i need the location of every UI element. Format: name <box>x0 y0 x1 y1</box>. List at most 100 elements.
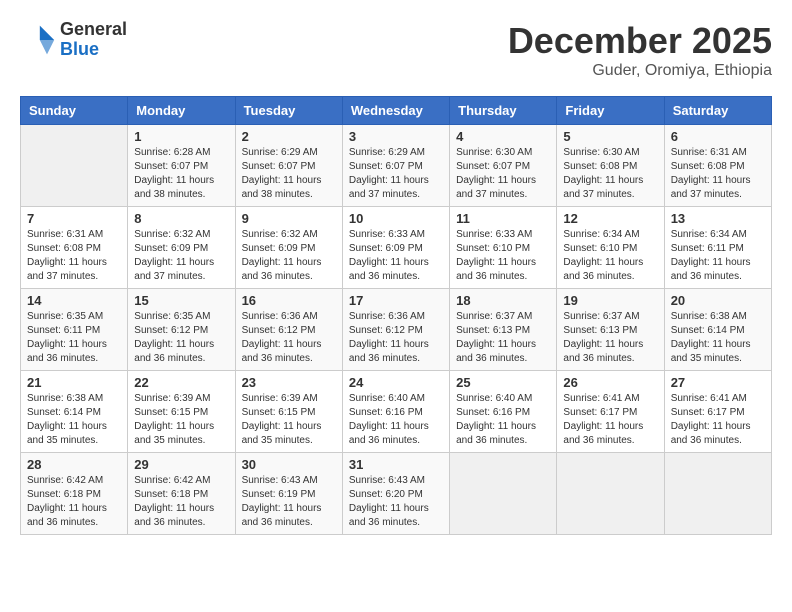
day-info: Sunrise: 6:43 AMSunset: 6:20 PMDaylight:… <box>349 474 443 530</box>
day-number: 31 <box>349 457 443 472</box>
day-number: 8 <box>134 211 228 226</box>
day-number: 11 <box>456 211 550 226</box>
day-info: Sunrise: 6:31 AMSunset: 6:08 PMDaylight:… <box>27 228 121 284</box>
day-info: Sunrise: 6:32 AMSunset: 6:09 PMDaylight:… <box>242 228 336 284</box>
calendar-cell <box>664 453 771 535</box>
calendar-cell: 25 Sunrise: 6:40 AMSunset: 6:16 PMDayligh… <box>450 371 557 453</box>
calendar-cell <box>450 453 557 535</box>
day-info: Sunrise: 6:40 AMSunset: 6:16 PMDaylight:… <box>349 392 443 448</box>
calendar-week-row: 28 Sunrise: 6:42 AMSunset: 6:18 PMDayligh… <box>21 453 772 535</box>
calendar-header: SundayMondayTuesdayWednesdayThursdayFrid… <box>21 97 772 125</box>
day-number: 25 <box>456 375 550 390</box>
day-number: 18 <box>456 293 550 308</box>
day-info: Sunrise: 6:41 AMSunset: 6:17 PMDaylight:… <box>671 392 765 448</box>
day-info: Sunrise: 6:34 AMSunset: 6:10 PMDaylight:… <box>563 228 657 284</box>
day-number: 6 <box>671 129 765 144</box>
calendar-cell: 17Sunrise: 6:36 AMSunset: 6:12 PMDayligh… <box>342 289 449 371</box>
title-area: December 2025 Guder, Oromiya, Ethiopia <box>508 20 772 80</box>
calendar-week-row: 7 Sunrise: 6:31 AMSunset: 6:08 PMDaylight… <box>21 207 772 289</box>
calendar-body: 1 Sunrise: 6:28 AMSunset: 6:07 PMDaylight… <box>21 125 772 535</box>
day-number: 24 <box>349 375 443 390</box>
day-info: Sunrise: 6:38 AMSunset: 6:14 PMDaylight:… <box>671 310 765 366</box>
logo-icon <box>20 22 56 58</box>
calendar-cell: 21 Sunrise: 6:38 AMSunset: 6:14 PMDayligh… <box>21 371 128 453</box>
weekday-header: Saturday <box>664 97 771 125</box>
day-info: Sunrise: 6:35 AMSunset: 6:11 PMDaylight:… <box>27 310 121 366</box>
day-info: Sunrise: 6:37 AMSunset: 6:13 PMDaylight:… <box>563 310 657 366</box>
calendar-cell: 15Sunrise: 6:35 AMSunset: 6:12 PMDayligh… <box>128 289 235 371</box>
calendar-cell: 5 Sunrise: 6:30 AMSunset: 6:08 PMDaylight… <box>557 125 664 207</box>
day-info: Sunrise: 6:30 AMSunset: 6:08 PMDaylight:… <box>563 146 657 202</box>
day-info: Sunrise: 6:43 AMSunset: 6:19 PMDaylight:… <box>242 474 336 530</box>
weekday-row: SundayMondayTuesdayWednesdayThursdayFrid… <box>21 97 772 125</box>
day-info: Sunrise: 6:38 AMSunset: 6:14 PMDaylight:… <box>27 392 121 448</box>
calendar-cell: 6 Sunrise: 6:31 AMSunset: 6:08 PMDaylight… <box>664 125 771 207</box>
day-number: 30 <box>242 457 336 472</box>
day-info: Sunrise: 6:30 AMSunset: 6:07 PMDaylight:… <box>456 146 550 202</box>
day-info: Sunrise: 6:36 AMSunset: 6:12 PMDaylight:… <box>242 310 336 366</box>
calendar-cell: 2 Sunrise: 6:29 AMSunset: 6:07 PMDaylight… <box>235 125 342 207</box>
day-number: 4 <box>456 129 550 144</box>
day-info: Sunrise: 6:34 AMSunset: 6:11 PMDaylight:… <box>671 228 765 284</box>
day-number: 28 <box>27 457 121 472</box>
logo-blue: Blue <box>60 40 127 60</box>
calendar-cell: 16 Sunrise: 6:36 AMSunset: 6:12 PMDayligh… <box>235 289 342 371</box>
calendar-cell: 26Sunrise: 6:41 AMSunset: 6:17 PMDayligh… <box>557 371 664 453</box>
day-info: Sunrise: 6:33 AMSunset: 6:10 PMDaylight:… <box>456 228 550 284</box>
day-info: Sunrise: 6:36 AMSunset: 6:12 PMDaylight:… <box>349 310 443 366</box>
calendar-cell <box>21 125 128 207</box>
calendar-week-row: 1 Sunrise: 6:28 AMSunset: 6:07 PMDaylight… <box>21 125 772 207</box>
day-info: Sunrise: 6:40 AMSunset: 6:16 PMDaylight:… <box>456 392 550 448</box>
calendar-cell: 18 Sunrise: 6:37 AMSunset: 6:13 PMDayligh… <box>450 289 557 371</box>
calendar-cell: 28Sunrise: 6:42 AMSunset: 6:18 PMDayligh… <box>21 453 128 535</box>
weekday-header: Monday <box>128 97 235 125</box>
day-number: 20 <box>671 293 765 308</box>
day-info: Sunrise: 6:31 AMSunset: 6:08 PMDaylight:… <box>671 146 765 202</box>
calendar-cell: 1 Sunrise: 6:28 AMSunset: 6:07 PMDaylight… <box>128 125 235 207</box>
day-number: 29 <box>134 457 228 472</box>
logo-general: General <box>60 20 127 40</box>
day-number: 22 <box>134 375 228 390</box>
month-title: December 2025 <box>508 20 772 62</box>
calendar-cell: 14 Sunrise: 6:35 AMSunset: 6:11 PMDayligh… <box>21 289 128 371</box>
calendar-cell: 3 Sunrise: 6:29 AMSunset: 6:07 PMDaylight… <box>342 125 449 207</box>
day-info: Sunrise: 6:29 AMSunset: 6:07 PMDaylight:… <box>242 146 336 202</box>
day-number: 21 <box>27 375 121 390</box>
day-number: 2 <box>242 129 336 144</box>
calendar-cell: 19 Sunrise: 6:37 AMSunset: 6:13 PMDayligh… <box>557 289 664 371</box>
calendar-cell: 12Sunrise: 6:34 AMSunset: 6:10 PMDayligh… <box>557 207 664 289</box>
day-number: 15 <box>134 293 228 308</box>
day-number: 13 <box>671 211 765 226</box>
day-number: 7 <box>27 211 121 226</box>
day-info: Sunrise: 6:33 AMSunset: 6:09 PMDaylight:… <box>349 228 443 284</box>
day-number: 19 <box>563 293 657 308</box>
day-info: Sunrise: 6:32 AMSunset: 6:09 PMDaylight:… <box>134 228 228 284</box>
day-number: 1 <box>134 129 228 144</box>
day-number: 16 <box>242 293 336 308</box>
calendar-cell <box>557 453 664 535</box>
calendar-cell: 24 Sunrise: 6:40 AMSunset: 6:16 PMDayligh… <box>342 371 449 453</box>
day-info: Sunrise: 6:29 AMSunset: 6:07 PMDaylight:… <box>349 146 443 202</box>
day-number: 27 <box>671 375 765 390</box>
calendar-cell: 7 Sunrise: 6:31 AMSunset: 6:08 PMDaylight… <box>21 207 128 289</box>
logo: General Blue <box>20 20 127 60</box>
calendar-cell: 23Sunrise: 6:39 AMSunset: 6:15 PMDayligh… <box>235 371 342 453</box>
day-info: Sunrise: 6:41 AMSunset: 6:17 PMDaylight:… <box>563 392 657 448</box>
calendar-week-row: 21 Sunrise: 6:38 AMSunset: 6:14 PMDayligh… <box>21 371 772 453</box>
day-info: Sunrise: 6:42 AMSunset: 6:18 PMDaylight:… <box>134 474 228 530</box>
calendar-cell: 8 Sunrise: 6:32 AMSunset: 6:09 PMDaylight… <box>128 207 235 289</box>
weekday-header: Thursday <box>450 97 557 125</box>
day-info: Sunrise: 6:28 AMSunset: 6:07 PMDaylight:… <box>134 146 228 202</box>
day-number: 5 <box>563 129 657 144</box>
day-number: 3 <box>349 129 443 144</box>
logo-text: General Blue <box>60 20 127 60</box>
calendar-cell: 13 Sunrise: 6:34 AMSunset: 6:11 PMDayligh… <box>664 207 771 289</box>
weekday-header: Wednesday <box>342 97 449 125</box>
day-number: 14 <box>27 293 121 308</box>
day-info: Sunrise: 6:37 AMSunset: 6:13 PMDaylight:… <box>456 310 550 366</box>
calendar-cell: 31 Sunrise: 6:43 AMSunset: 6:20 PMDayligh… <box>342 453 449 535</box>
calendar-cell: 22Sunrise: 6:39 AMSunset: 6:15 PMDayligh… <box>128 371 235 453</box>
location-title: Guder, Oromiya, Ethiopia <box>508 62 772 80</box>
calendar-cell: 10Sunrise: 6:33 AMSunset: 6:09 PMDayligh… <box>342 207 449 289</box>
calendar-cell: 20 Sunrise: 6:38 AMSunset: 6:14 PMDayligh… <box>664 289 771 371</box>
